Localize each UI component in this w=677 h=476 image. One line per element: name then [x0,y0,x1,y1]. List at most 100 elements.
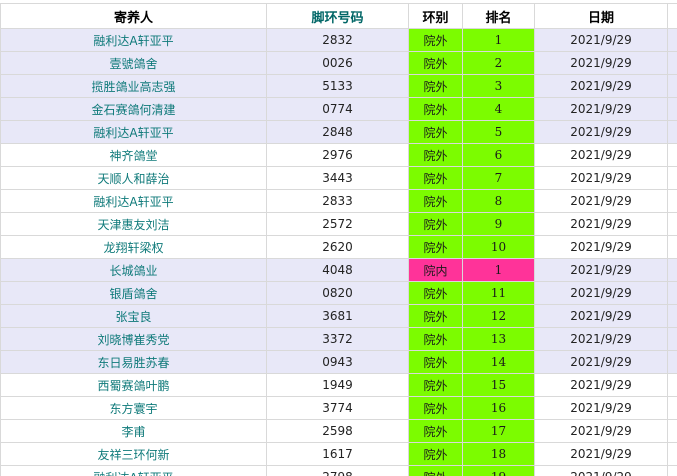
date-cell[interactable]: 2021/9/29 [534,166,668,190]
table-row[interactable]: 东日易胜苏春 0943 院外 14 2021/9/29 [0,350,677,374]
owner-cell[interactable]: 刘晓博崔秀党 [0,327,267,351]
table-row[interactable]: 长城鴿业 4048 院内 1 2021/9/29 [0,258,677,282]
row-tail-cell[interactable] [667,327,677,351]
date-cell[interactable]: 2021/9/29 [534,97,668,121]
ring-number-cell[interactable]: 3372 [266,327,409,351]
table-row[interactable]: 融利达A轩亚平 2833 院外 8 2021/9/29 [0,189,677,213]
owner-cell[interactable]: 神齐鴿堂 [0,143,267,167]
ring-number-cell[interactable]: 0774 [266,97,409,121]
table-row[interactable]: 李甫 2598 院外 17 2021/9/29 [0,419,677,443]
ring-number-cell[interactable]: 2832 [266,28,409,52]
row-tail-cell[interactable] [667,350,677,374]
ring-number-cell[interactable]: 4048 [266,258,409,282]
row-tail-cell[interactable] [667,442,677,466]
ring-number-cell[interactable]: 5133 [266,74,409,98]
ring-zone-cell[interactable]: 院外 [408,327,463,351]
ring-zone-cell[interactable]: 院外 [408,143,463,167]
ring-number-cell[interactable]: 3681 [266,304,409,328]
ring-number-cell[interactable]: 1617 [266,442,409,466]
row-tail-cell[interactable] [667,235,677,259]
ring-zone-cell[interactable]: 院外 [408,419,463,443]
ring-number-cell[interactable]: 2598 [266,419,409,443]
row-tail-cell[interactable] [667,189,677,213]
rank-cell[interactable]: 17 [462,419,535,443]
date-cell[interactable]: 2021/9/29 [534,51,668,75]
date-cell[interactable]: 2021/9/29 [534,465,668,476]
owner-cell[interactable]: 揽胜鴿业高志强 [0,74,267,98]
owner-cell[interactable]: 龙翔轩梁权 [0,235,267,259]
date-cell[interactable]: 2021/9/29 [534,419,668,443]
table-row[interactable]: 融利达A轩亚平 2848 院外 5 2021/9/29 [0,120,677,144]
row-tail-cell[interactable] [667,419,677,443]
rank-cell[interactable]: 10 [462,235,535,259]
date-cell[interactable]: 2021/9/29 [534,281,668,305]
rank-cell[interactable]: 4 [462,97,535,121]
table-row[interactable]: 壹號鴿舍 0026 院外 2 2021/9/29 [0,51,677,75]
row-tail-cell[interactable] [667,396,677,420]
ring-zone-cell[interactable]: 院外 [408,166,463,190]
owner-cell[interactable]: 长城鴿业 [0,258,267,282]
ring-zone-cell[interactable]: 院外 [408,189,463,213]
owner-cell[interactable]: 融利达A轩亚平 [0,465,267,476]
header-rank[interactable]: 排名 [462,3,535,29]
date-cell[interactable]: 2021/9/29 [534,74,668,98]
ring-number-cell[interactable]: 3774 [266,396,409,420]
table-row[interactable]: 天津惠友刘洁 2572 院外 9 2021/9/29 [0,212,677,236]
ring-number-cell[interactable]: 0820 [266,281,409,305]
date-cell[interactable]: 2021/9/29 [534,442,668,466]
owner-cell[interactable]: 融利达A轩亚平 [0,120,267,144]
table-row[interactable]: 龙翔轩梁权 2620 院外 10 2021/9/29 [0,235,677,259]
rank-cell[interactable]: 7 [462,166,535,190]
rank-cell[interactable]: 1 [462,28,535,52]
row-tail-cell[interactable] [667,51,677,75]
ring-number-cell[interactable]: 0943 [266,350,409,374]
owner-cell[interactable]: 银盾鴿舍 [0,281,267,305]
rank-cell[interactable]: 2 [462,51,535,75]
ring-zone-cell[interactable]: 院外 [408,74,463,98]
row-tail-cell[interactable] [667,97,677,121]
ring-zone-cell[interactable]: 院外 [408,281,463,305]
rank-cell[interactable]: 1 [462,258,535,282]
rank-cell[interactable]: 6 [462,143,535,167]
ring-number-cell[interactable]: 2620 [266,235,409,259]
ring-number-cell[interactable]: 1949 [266,373,409,397]
row-tail-cell[interactable] [667,143,677,167]
date-cell[interactable]: 2021/9/29 [534,235,668,259]
date-cell[interactable]: 2021/9/29 [534,304,668,328]
table-row[interactable]: 融利达A轩亚平2798院外192021/9/29 [0,465,677,476]
owner-cell[interactable]: 天顺人和薛治 [0,166,267,190]
rank-cell[interactable]: 13 [462,327,535,351]
owner-cell[interactable]: 张宝良 [0,304,267,328]
ring-number-cell[interactable]: 2833 [266,189,409,213]
ring-number-cell[interactable]: 2848 [266,120,409,144]
row-tail-cell[interactable] [667,304,677,328]
rank-cell[interactable]: 3 [462,74,535,98]
row-tail-cell[interactable] [667,258,677,282]
row-tail-cell[interactable] [667,74,677,98]
date-cell[interactable]: 2021/9/29 [534,373,668,397]
table-row[interactable]: 揽胜鴿业高志强 5133 院外 3 2021/9/29 [0,74,677,98]
date-cell[interactable]: 2021/9/29 [534,143,668,167]
rank-cell[interactable]: 8 [462,189,535,213]
owner-cell[interactable]: 融利达A轩亚平 [0,28,267,52]
header-tail-cell[interactable] [667,3,677,29]
ring-zone-cell[interactable]: 院外 [408,97,463,121]
row-tail-cell[interactable] [667,166,677,190]
rank-cell[interactable]: 9 [462,212,535,236]
date-cell[interactable]: 2021/9/29 [534,327,668,351]
owner-cell[interactable]: 东方寰宇 [0,396,267,420]
owner-cell[interactable]: 李甫 [0,419,267,443]
date-cell[interactable]: 2021/9/29 [534,28,668,52]
row-tail-cell[interactable] [667,28,677,52]
row-tail-cell[interactable] [667,120,677,144]
table-row[interactable]: 天顺人和薛治 3443 院外 7 2021/9/29 [0,166,677,190]
owner-cell[interactable]: 金石赛鴿何清建 [0,97,267,121]
rank-cell[interactable]: 11 [462,281,535,305]
date-cell[interactable]: 2021/9/29 [534,350,668,374]
rank-cell[interactable]: 18 [462,442,535,466]
ring-number-cell[interactable]: 2798 [266,465,409,476]
ring-zone-cell[interactable]: 院外 [408,235,463,259]
row-tail-cell[interactable] [667,373,677,397]
date-cell[interactable]: 2021/9/29 [534,396,668,420]
ring-zone-cell[interactable]: 院内 [408,258,463,282]
